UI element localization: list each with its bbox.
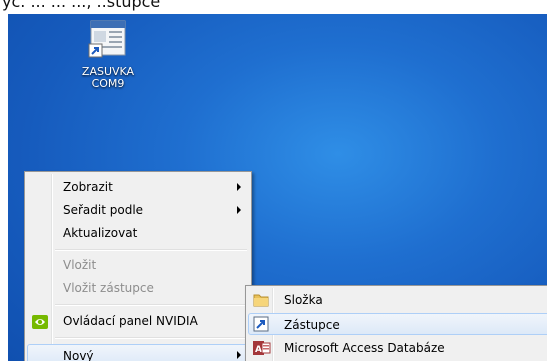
caption-text: yč. ... ... ..., ..stupce	[2, 0, 161, 11]
submenu-item-slozka[interactable]: Složka	[248, 289, 547, 311]
nvidia-icon	[32, 314, 48, 336]
menu-item-label: Nový	[63, 349, 94, 361]
menu-separator	[55, 304, 247, 306]
menu-separator	[55, 337, 247, 339]
submenu-arrow-icon	[237, 351, 241, 359]
menu-item-label: Ovládací panel NVIDIA	[63, 314, 198, 328]
menu-item-label: Microsoft Access Databáze	[284, 341, 445, 355]
svg-text:A: A	[255, 345, 262, 355]
menu-item-label: Vložit	[63, 258, 97, 272]
shortcut-icon	[253, 316, 269, 339]
menu-item-vlozit[interactable]: Vložit	[27, 254, 249, 276]
menu-item-seradit-podle[interactable]: Seřadit podle	[27, 199, 249, 221]
menu-item-label: Složka	[284, 293, 323, 307]
menu-item-vlozit-zastupce[interactable]: Vložit zástupce	[27, 277, 249, 299]
menu-item-label: Vložit zástupce	[63, 281, 154, 295]
menu-item-label: Zástupce	[284, 318, 340, 332]
context-menu: Zobrazit Seřadit podle Aktualizovat Vlož…	[24, 171, 252, 361]
desktop-icon-label-line2: COM9	[91, 77, 125, 90]
submenu-item-access-db[interactable]: A Microsoft Access Databáze	[248, 337, 547, 359]
submenu-item-zastupce[interactable]: Zástupce	[248, 313, 547, 335]
menu-separator	[55, 249, 247, 251]
cropped-caption: yč. ... ... ..., ..stupce	[0, 0, 547, 14]
menu-item-nvidia-panel[interactable]: Ovládací panel NVIDIA	[27, 310, 249, 332]
access-icon: A	[253, 340, 271, 361]
desktop[interactable]: ZASUVKA COM9 Zobrazit Seřadit podle Aktu…	[8, 14, 547, 361]
desktop-icon-zasuvka[interactable]: ZASUVKA COM9	[68, 20, 148, 90]
document-shortcut-icon	[85, 20, 131, 60]
menu-item-label: Aktualizovat	[63, 226, 138, 240]
submenu-arrow-icon	[237, 183, 241, 191]
folder-icon	[253, 292, 269, 315]
desktop-icon-label: ZASUVKA COM9	[68, 66, 148, 90]
menu-item-label: Seřadit podle	[63, 203, 144, 217]
submenu-arrow-icon	[237, 206, 241, 214]
new-submenu: Složka Zástupce A Microsoft Access Datab…	[245, 285, 547, 361]
menu-item-aktualizovat[interactable]: Aktualizovat	[27, 222, 249, 244]
menu-item-zobrazit[interactable]: Zobrazit	[27, 176, 249, 198]
menu-item-label: Zobrazit	[63, 180, 113, 194]
menu-item-novy[interactable]: Nový	[27, 344, 249, 361]
